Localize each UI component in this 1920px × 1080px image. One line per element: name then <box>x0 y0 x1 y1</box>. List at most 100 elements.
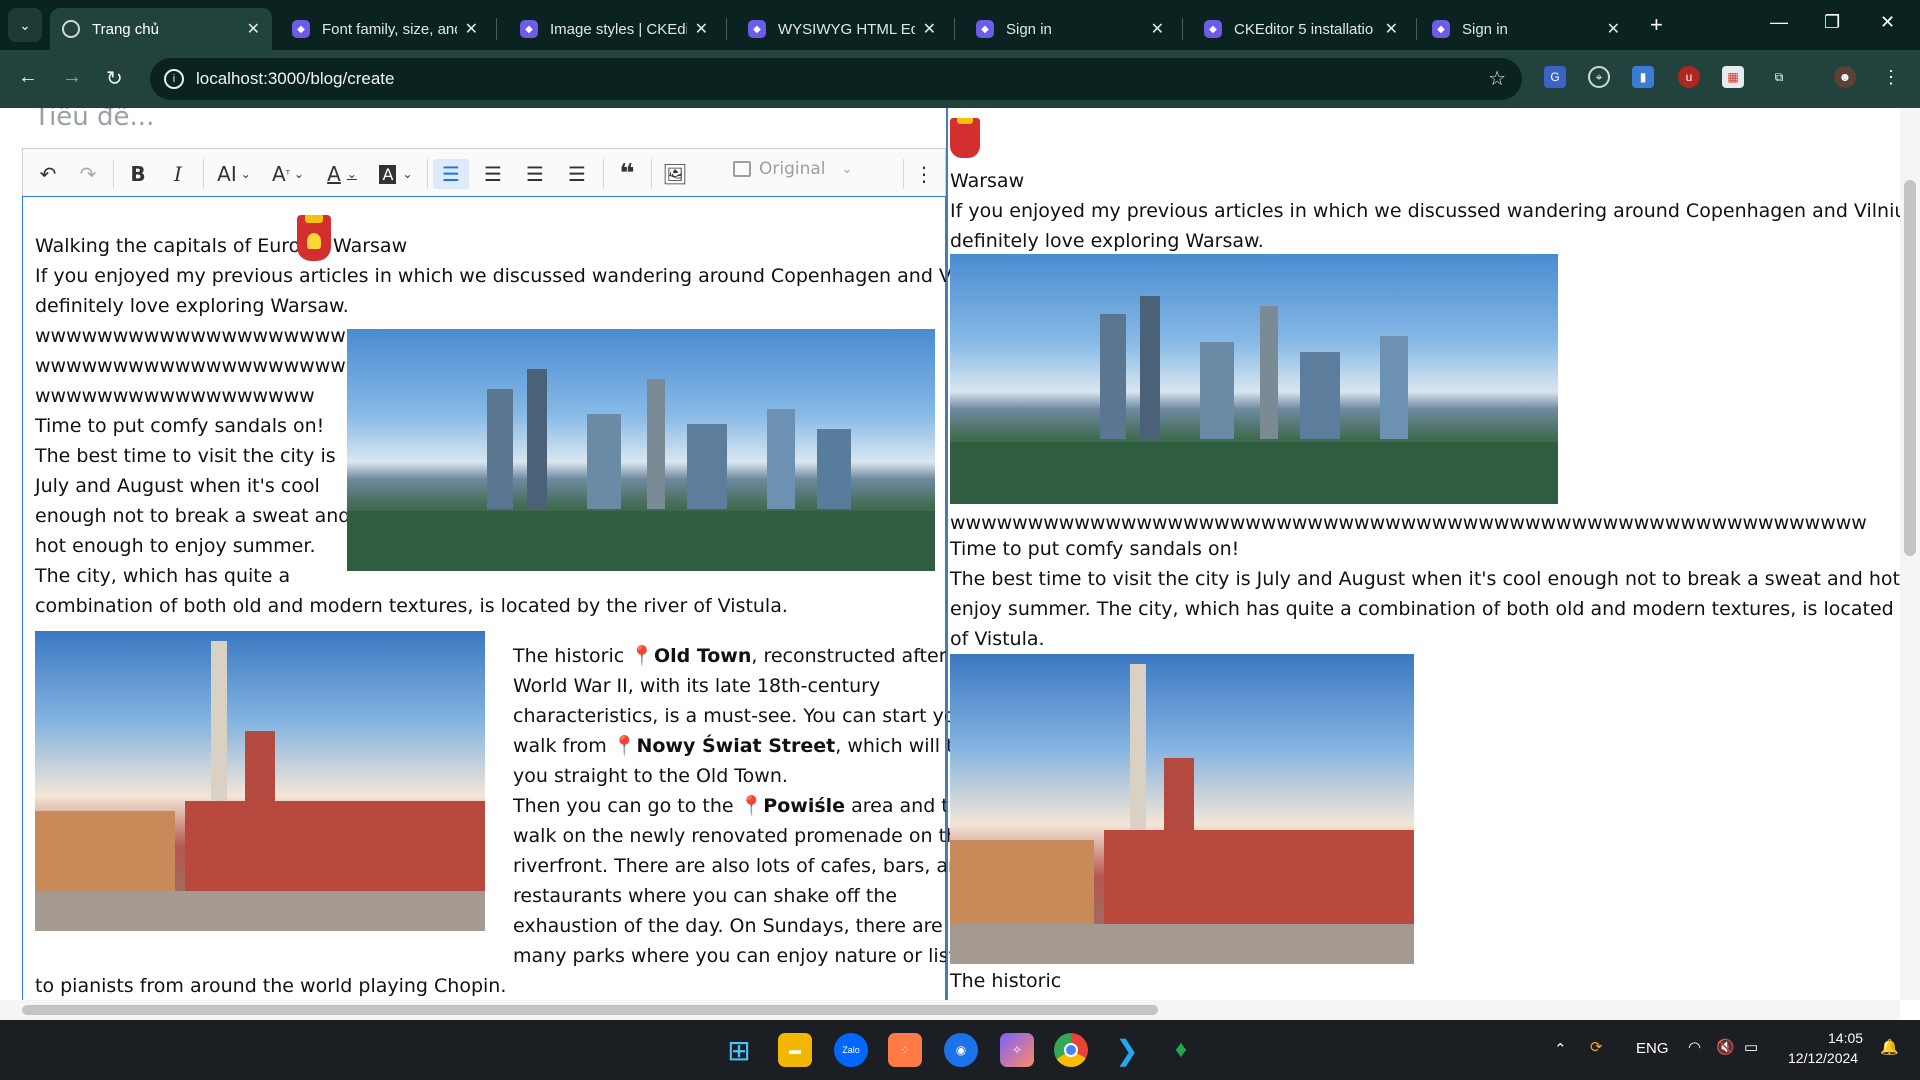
tab-trang-chu[interactable]: Trang chủ ✕ <box>50 8 272 50</box>
ckeditor-icon: ◆ <box>1204 20 1222 38</box>
chrome-like-icon[interactable]: ◉ <box>944 1033 978 1067</box>
clock-date[interactable]: 12/12/2024 <box>1788 1050 1858 1066</box>
mongodb-icon[interactable]: ♦ <box>1164 1033 1198 1067</box>
chevron-up-icon[interactable]: ⌃ <box>1554 1040 1567 1058</box>
font-background-icon[interactable]: A ⌄ <box>371 159 421 189</box>
warsaw-crest-icon <box>950 118 980 158</box>
site-info-icon[interactable]: i <box>164 69 184 89</box>
tab-sign-in-1[interactable]: ◆ Sign in ✕ <box>964 8 1176 50</box>
paragraph-line: combination of both old and modern textu… <box>35 595 788 617</box>
tab-image-styles[interactable]: ◆ Image styles | CKEdito ✕ <box>508 8 720 50</box>
minimize-icon[interactable]: — <box>1770 12 1788 33</box>
castle-square-image[interactable] <box>35 631 485 931</box>
scrollbar-thumb[interactable] <box>22 1005 1158 1015</box>
paragraph-line: July and August when it's cool <box>35 475 320 497</box>
bold-icon[interactable]: B <box>121 159 155 189</box>
paragraph-line: World War II, with its late 18th-century <box>513 675 881 697</box>
file-explorer-icon[interactable]: ▬ <box>778 1033 812 1067</box>
forward-icon[interactable]: → <box>62 66 82 89</box>
new-tab-button[interactable]: + <box>1650 12 1663 38</box>
docs-extension-icon[interactable]: ▮ <box>1632 66 1654 88</box>
ublock-extension-icon[interactable]: u <box>1678 66 1700 88</box>
close-icon[interactable]: ✕ <box>923 19 936 39</box>
vscode-icon[interactable]: ❯ <box>1110 1033 1144 1067</box>
scrollbar-thumb[interactable] <box>1904 180 1916 556</box>
window-close-icon[interactable]: ✕ <box>1880 12 1895 33</box>
browser-menu-icon[interactable]: ⋮ <box>1880 66 1902 88</box>
close-icon[interactable]: ✕ <box>1385 19 1398 39</box>
preview-intro-line: If you enjoyed my previous articles in w… <box>950 200 1920 222</box>
tab-sign-in-2[interactable]: ◆ Sign in ✕ <box>1420 8 1632 50</box>
font-color-icon[interactable]: A ⌄ <box>317 159 367 189</box>
translate-extension-icon[interactable]: G <box>1544 66 1566 88</box>
ckeditor-icon: ◆ <box>520 20 538 38</box>
preview-intro-line: definitely love exploring Warsaw. <box>950 230 1264 252</box>
language-indicator[interactable]: ENG <box>1636 1040 1669 1057</box>
bookmark-star-icon[interactable]: ☆ <box>1488 66 1506 91</box>
tab-label: Sign in <box>1006 20 1052 38</box>
paragraph-line: The city, which has quite a <box>35 565 291 587</box>
reload-icon[interactable]: ↻ <box>106 66 123 91</box>
redo-icon[interactable]: ↷ <box>71 159 105 189</box>
notification-bell-icon[interactable]: 🔔 <box>1880 1038 1899 1056</box>
preview-paragraph-line: enjoy summer. The city, which has quite … <box>950 598 1920 620</box>
paragraph-line: hot enough to enjoy summer. <box>35 535 316 557</box>
vertical-scrollbar[interactable] <box>1900 108 1920 1000</box>
preview-paragraph-line: The historic <box>950 970 1062 992</box>
close-icon[interactable]: ✕ <box>695 19 708 39</box>
tab-font-family[interactable]: ◆ Font family, size, and ✕ <box>280 8 490 50</box>
battery-icon[interactable]: ▭ <box>1744 1038 1758 1056</box>
italic-icon[interactable]: I <box>161 159 195 189</box>
align-left-icon[interactable]: ☰ <box>433 159 469 189</box>
align-justify-icon[interactable]: ☰ <box>559 159 595 189</box>
app-icon[interactable]: ⁘ <box>888 1033 922 1067</box>
warsaw-skyline-image[interactable] <box>347 329 935 571</box>
post-title-input[interactable]: Tiêu đề... <box>34 108 154 132</box>
font-family-icon[interactable]: Aᵀ ⌄ <box>263 159 313 189</box>
windows-start-icon[interactable]: ⊞ <box>722 1033 756 1067</box>
w-line: wwwwwwwwwwwwwwwwww <box>35 385 315 407</box>
close-icon[interactable]: ✕ <box>1607 19 1620 39</box>
more-options-icon[interactable]: ⋮ <box>909 159 939 189</box>
copilot-icon[interactable]: ✧ <box>1000 1033 1034 1067</box>
place-name: Nowy Świat Street <box>636 735 836 757</box>
align-right-icon[interactable]: ☰ <box>517 159 553 189</box>
wifi-icon[interactable]: ◠ <box>1688 1038 1701 1056</box>
text-run: Then you can go to the <box>513 795 734 817</box>
zalo-icon[interactable]: Zalo <box>834 1033 868 1067</box>
horizontal-scrollbar[interactable] <box>0 1000 1900 1020</box>
paragraph-line: riverfront. There are also lots of cafes… <box>513 855 973 877</box>
image-resize-dropdown[interactable]: Original ⌄ <box>733 159 852 179</box>
w-line: wwwwwwwwwwwwwwwwwwww <box>35 325 346 347</box>
align-center-icon[interactable]: ☰ <box>475 159 511 189</box>
compass-extension-icon[interactable]: ⌖ <box>1588 66 1610 88</box>
speaker-muted-icon[interactable]: 🔇 <box>1716 1038 1735 1056</box>
map-pin-icon: 📍 <box>739 795 764 817</box>
url-text[interactable]: localhost:3000/blog/create <box>196 69 394 89</box>
chrome-icon[interactable] <box>1054 1033 1088 1067</box>
restore-icon[interactable]: ❐ <box>1824 12 1840 33</box>
toolbar-separator <box>427 159 428 189</box>
font-size-icon[interactable]: AI ⌄ <box>209 159 259 189</box>
editor-content-area[interactable]: Walking the capitals of Europe: Warsaw I… <box>22 196 1064 1020</box>
tab-ckeditor-installation[interactable]: ◆ CKEditor 5 installatio ✕ <box>1192 8 1410 50</box>
tab-wysiwyg[interactable]: ◆ WYSIWYG HTML Edit ✕ <box>736 8 948 50</box>
close-icon[interactable]: ✕ <box>465 19 478 39</box>
tab-separator <box>1182 18 1183 40</box>
back-icon[interactable]: ← <box>18 66 38 89</box>
tab-search-dropdown-icon[interactable]: ⌄ <box>8 8 42 42</box>
close-icon[interactable]: ✕ <box>247 19 260 39</box>
extensions-puzzle-icon[interactable]: ⧉ <box>1768 66 1790 88</box>
intro-line: definitely love exploring Warsaw. <box>35 295 349 317</box>
address-bar[interactable]: i localhost:3000/blog/create ☆ <box>150 58 1522 100</box>
calendar-extension-icon[interactable]: ▦ <box>1722 66 1744 88</box>
sync-icon[interactable]: ⟳ <box>1590 1038 1603 1056</box>
profile-avatar[interactable]: ☻ <box>1834 66 1856 88</box>
preview-paragraph-line: The best time to visit the city is July … <box>950 568 1920 590</box>
undo-icon[interactable]: ↶ <box>31 159 65 189</box>
close-icon[interactable]: ✕ <box>1151 19 1164 39</box>
blockquote-icon[interactable]: ❝ <box>609 159 645 189</box>
clock-time[interactable]: 14:05 <box>1828 1030 1863 1046</box>
preview-skyline-image <box>950 254 1558 504</box>
insert-image-icon[interactable]: 🖼 <box>657 159 693 189</box>
